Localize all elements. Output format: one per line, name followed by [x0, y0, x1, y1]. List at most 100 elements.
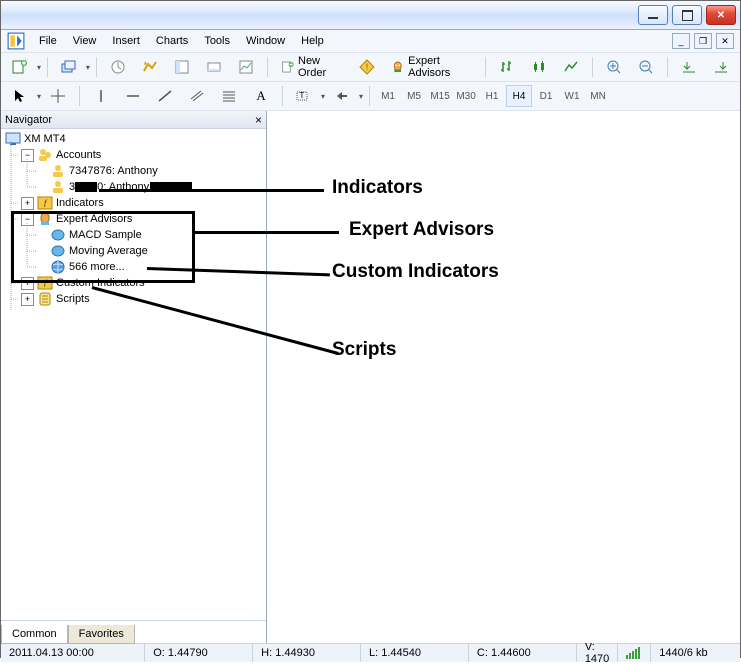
data-window-button[interactable] [135, 55, 165, 79]
tree-indicators[interactable]: + f Indicators [3, 195, 264, 211]
metaeditor-button[interactable]: ! [352, 55, 382, 79]
menu-tools[interactable]: Tools [196, 33, 238, 49]
menu-window[interactable]: Window [238, 33, 293, 49]
person-icon [50, 179, 66, 195]
timeframe-m15[interactable]: M15 [428, 86, 452, 106]
zoom-out-button[interactable] [631, 55, 661, 79]
timeframe-m1[interactable]: M1 [376, 86, 400, 106]
tree-ea-moving-average[interactable]: Moving Average [3, 243, 264, 259]
trendline-button[interactable] [150, 84, 180, 108]
timeframe-m30[interactable]: M30 [454, 86, 478, 106]
status-open: O: 1.44790 [145, 644, 253, 662]
app-logo-icon [7, 32, 25, 50]
tab-favorites[interactable]: Favorites [68, 625, 135, 644]
callout-indicators: Indicators [332, 177, 423, 199]
window-close-button[interactable]: ✕ [706, 5, 736, 25]
navigator-title: Navigator [5, 114, 52, 126]
callout-line [193, 231, 339, 234]
horizontal-line-button[interactable] [118, 84, 148, 108]
candle-chart-button[interactable] [524, 55, 554, 79]
new-chart-button[interactable] [5, 55, 35, 79]
timeframe-w1[interactable]: W1 [560, 86, 584, 106]
tab-common[interactable]: Common [1, 625, 68, 644]
fibonacci-button[interactable] [214, 84, 244, 108]
svg-text:T: T [300, 91, 305, 100]
status-close: C: 1.44600 [469, 644, 577, 662]
menu-insert[interactable]: Insert [104, 33, 148, 49]
mdi-restore-button[interactable]: ❐ [694, 33, 712, 49]
status-volume: V: 1470 [577, 644, 618, 662]
mdi-minimize-button[interactable]: _ [672, 33, 690, 49]
expand-icon[interactable]: + [21, 293, 34, 306]
channel-button[interactable] [182, 84, 212, 108]
expand-icon[interactable]: + [21, 197, 34, 210]
scroll-icon [37, 291, 53, 307]
timeframe-h1[interactable]: H1 [480, 86, 504, 106]
title-bar: ✕ [1, 1, 740, 30]
expert-advisors-button[interactable]: Expert Advisors [384, 55, 480, 79]
tree-accounts[interactable]: − Accounts [3, 147, 264, 163]
navigator-toggle-button[interactable] [167, 55, 197, 79]
ea-brain-icon [50, 227, 66, 243]
profiles-button[interactable] [54, 55, 84, 79]
callout-scripts: Scripts [332, 339, 396, 361]
mdi-close-button[interactable]: ✕ [716, 33, 734, 49]
new-order-button[interactable]: New Order [274, 55, 350, 79]
window-maximize-button[interactable] [672, 5, 702, 25]
collapse-icon[interactable]: − [21, 149, 34, 162]
indicator-icon: f [37, 275, 53, 291]
status-date: 2011.04.13 00:00 [1, 644, 145, 662]
timeframe-mn[interactable]: MN [586, 86, 610, 106]
line-chart-button[interactable] [556, 55, 586, 79]
person-icon [50, 163, 66, 179]
market-watch-button[interactable] [103, 55, 133, 79]
drawing-toolbar: ▾ A T ▾ ▾ M1 M5 M15 M30 H1 H4 D1 W1 MN [1, 82, 740, 111]
menu-bar: File View Insert Charts Tools Window Hel… [1, 30, 740, 53]
menu-file[interactable]: File [31, 33, 65, 49]
bar-chart-button[interactable] [492, 55, 522, 79]
zoom-in-button[interactable] [599, 55, 629, 79]
indicator-icon: f [37, 195, 53, 211]
cursor-button[interactable] [5, 84, 35, 108]
navigator-title-bar: Navigator × [1, 111, 266, 129]
strategy-tester-button[interactable] [231, 55, 261, 79]
navigator-close-button[interactable]: × [255, 113, 262, 127]
tree-root[interactable]: XM MT4 [3, 131, 264, 147]
text-button[interactable]: A [246, 84, 276, 108]
globe-icon [50, 259, 66, 275]
menu-view[interactable]: View [65, 33, 105, 49]
expand-icon[interactable]: + [21, 277, 34, 290]
menu-charts[interactable]: Charts [148, 33, 196, 49]
text-label-button[interactable]: T [289, 84, 319, 108]
svg-text:!: ! [365, 62, 368, 72]
menu-help[interactable]: Help [293, 33, 332, 49]
main-toolbar: ▾ ▾ New Order ! Expert Advisors [1, 53, 740, 82]
chart-area: Indicators Expert Advisors Custom Indica… [267, 111, 740, 643]
auto-scroll-button[interactable] [674, 55, 704, 79]
status-connection: 1440/6 kb [651, 644, 740, 662]
tree-expert-advisors[interactable]: − Expert Advisors [3, 211, 264, 227]
chart-shift-button[interactable] [706, 55, 736, 79]
terminal-icon [5, 131, 21, 147]
vertical-line-button[interactable] [86, 84, 116, 108]
navigator-tree: XM MT4 − Accounts 7347876: Anthony 30: A… [1, 129, 266, 620]
arrows-button[interactable] [327, 84, 357, 108]
crosshair-button[interactable] [43, 84, 73, 108]
window-minimize-button[interactable] [638, 5, 668, 25]
status-high: H: 1.44930 [253, 644, 361, 662]
timeframe-m5[interactable]: M5 [402, 86, 426, 106]
callout-expert-advisors: Expert Advisors [349, 219, 494, 241]
connection-signal-icon [618, 644, 651, 662]
timeframe-h4[interactable]: H4 [506, 85, 532, 107]
ea-brain-icon [50, 243, 66, 259]
tree-account-1[interactable]: 7347876: Anthony [3, 163, 264, 179]
tree-account-2[interactable]: 30: Anthony [3, 179, 264, 195]
tree-custom-indicators[interactable]: + f Custom Indicators [3, 275, 264, 291]
terminal-button[interactable] [199, 55, 229, 79]
status-low: L: 1.44540 [361, 644, 469, 662]
application-window: ✕ File View Insert Charts Tools Window H… [0, 0, 741, 658]
timeframe-d1[interactable]: D1 [534, 86, 558, 106]
collapse-icon[interactable]: − [21, 213, 34, 226]
tree-ea-macd[interactable]: MACD Sample [3, 227, 264, 243]
navigator-tabs: Common Favorites [1, 620, 266, 643]
